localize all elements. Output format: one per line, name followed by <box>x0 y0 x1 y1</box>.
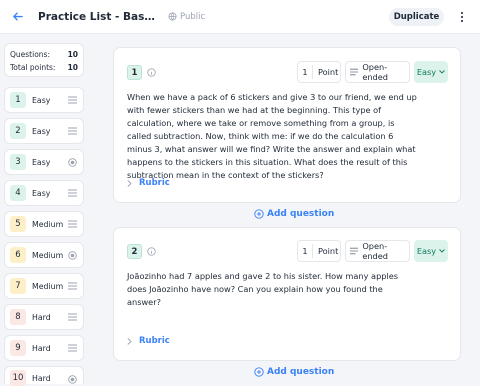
globe-icon <box>168 12 177 21</box>
question-type-select[interactable]: Open-ended <box>345 240 410 262</box>
info-icon[interactable] <box>147 247 156 256</box>
duplicate-button[interactable]: Duplicate <box>389 8 444 26</box>
question-type-label: Open-ended <box>362 241 388 261</box>
rubric-label: Rubric <box>139 336 170 346</box>
difficulty-label: Easy <box>416 246 437 256</box>
lines-icon <box>350 247 359 255</box>
points-value: 1 <box>302 246 308 256</box>
points-field[interactable]: 1 Point <box>297 240 341 262</box>
info-icon[interactable] <box>147 68 156 77</box>
difficulty-select[interactable]: Easy <box>414 61 448 83</box>
difficulty-label: Easy <box>416 67 437 77</box>
question-difficulty: Easy <box>32 188 51 198</box>
chevron-right-icon <box>127 179 132 187</box>
radio-icon <box>68 158 77 167</box>
add-question-button[interactable]: Add question <box>254 209 334 219</box>
back-arrow-icon[interactable] <box>8 8 26 26</box>
question-difficulty: Easy <box>32 126 51 136</box>
question-type-select[interactable]: Open-ended <box>345 61 410 83</box>
question-list-item[interactable]: 4 Easy <box>4 180 84 206</box>
chevron-down-icon <box>439 70 445 74</box>
points-label: Point <box>318 67 339 77</box>
add-question-button[interactable]: Add question <box>254 367 334 377</box>
question-text[interactable]: When we have a pack of 6 stickers and gi… <box>127 91 417 182</box>
question-difficulty: Medium <box>32 250 64 260</box>
question-number: 8 <box>10 309 26 325</box>
question-number: 5 <box>10 216 26 232</box>
question-list-item[interactable]: 3 Easy <box>4 149 84 175</box>
rubric-toggle[interactable]: Rubric <box>127 178 170 188</box>
question-type-label: Open-ended <box>362 62 388 82</box>
visibility-indicator: Public <box>168 12 205 22</box>
radio-icon <box>68 251 77 260</box>
question-list-item[interactable]: 2 Easy <box>4 118 84 144</box>
question-difficulty: Easy <box>32 157 51 167</box>
lines-icon <box>68 189 77 197</box>
chevron-right-icon <box>127 337 132 345</box>
question-number: 4 <box>10 185 26 201</box>
questions-count-value: 10 <box>67 50 78 59</box>
radio-icon <box>68 375 77 384</box>
page-title: Practice List - Basic Subtra... <box>38 10 158 23</box>
lines-icon <box>68 220 77 228</box>
question-card-number: 1 <box>127 65 142 80</box>
question-number: 3 <box>10 154 26 170</box>
question-list-item[interactable]: 5 Medium <box>4 211 84 237</box>
question-card: 1 1 Point Open-ended Easy When we have a… <box>113 47 461 203</box>
add-question-label: Add question <box>267 367 335 377</box>
lines-icon <box>68 313 77 321</box>
question-list-item[interactable]: 7 Medium <box>4 273 84 299</box>
question-list-item[interactable]: 8 Hard <box>4 304 84 330</box>
rubric-toggle[interactable]: Rubric <box>127 336 170 346</box>
question-text[interactable]: Joãozinho had 7 apples and gave 2 to his… <box>127 270 417 309</box>
plus-circle-icon <box>254 209 264 219</box>
question-number: 1 <box>10 92 26 108</box>
divider <box>312 65 313 79</box>
question-number: 7 <box>10 278 26 294</box>
lines-icon <box>68 96 77 104</box>
divider <box>312 244 313 258</box>
question-difficulty: Easy <box>32 95 51 105</box>
question-list-item[interactable]: 6 Medium <box>4 242 84 268</box>
lines-icon <box>68 282 77 290</box>
question-difficulty: Hard <box>32 312 51 322</box>
question-card: 2 1 Point Open-ended Easy Joãozinho had … <box>113 227 461 361</box>
question-list-item[interactable]: 9 Hard <box>4 335 84 361</box>
rubric-label: Rubric <box>139 178 170 188</box>
points-label: Point <box>318 246 339 256</box>
question-number: 9 <box>10 340 26 356</box>
points-value: 1 <box>302 67 308 77</box>
lines-icon <box>68 127 77 135</box>
question-list-item[interactable]: 1 Easy <box>4 87 84 113</box>
quiz-summary: Questions: 10 Total points: 10 <box>4 43 84 77</box>
question-number: 2 <box>10 123 26 139</box>
visibility-label: Public <box>180 11 206 22</box>
question-list-item[interactable]: 10 Hard <box>4 366 84 386</box>
more-options-icon[interactable] <box>455 8 469 26</box>
total-points-value: 10 <box>67 63 78 72</box>
question-difficulty: Medium <box>32 219 64 229</box>
lines-icon <box>350 68 359 76</box>
add-question-label: Add question <box>267 209 335 219</box>
question-card-number: 2 <box>127 244 142 259</box>
difficulty-select[interactable]: Easy <box>414 240 448 262</box>
points-field[interactable]: 1 Point <box>297 61 341 83</box>
questions-count-label: Questions: <box>10 50 50 59</box>
total-points-label: Total points: <box>10 63 56 72</box>
lines-icon <box>68 344 77 352</box>
question-difficulty: Hard <box>32 343 51 353</box>
plus-circle-icon <box>254 367 264 377</box>
chevron-down-icon <box>439 249 445 253</box>
question-difficulty: Medium <box>32 281 64 291</box>
question-number: 6 <box>10 247 26 263</box>
question-difficulty: Hard <box>32 373 51 383</box>
